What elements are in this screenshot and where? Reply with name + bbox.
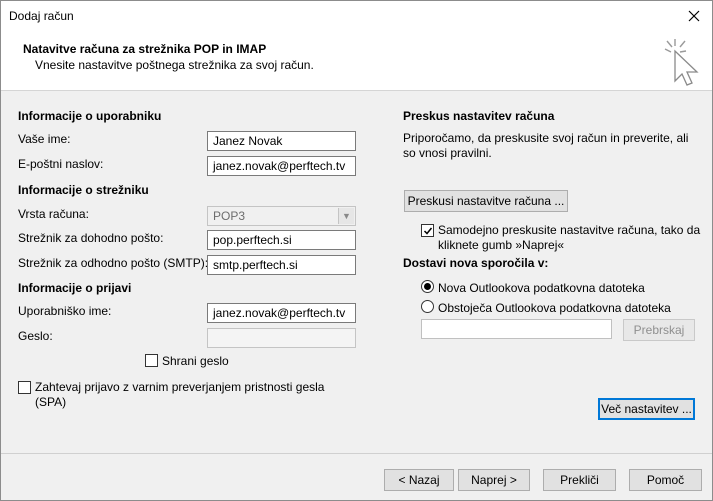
header-subtitle: Vnesite nastavitve poštnega strežnika za…	[35, 58, 314, 72]
header-title: Natavitve računa za strežnika POP in IMA…	[23, 42, 267, 56]
more-settings-button[interactable]: Več nastavitev ...	[598, 398, 695, 420]
add-account-dialog: Dodaj račun Natavitve računa za strežnik…	[0, 0, 713, 501]
username-field[interactable]: janez.novak@perftech.tv	[207, 303, 356, 323]
account-type-label: Vrsta računa:	[18, 207, 89, 221]
existing-data-file-radio[interactable]	[421, 300, 434, 313]
delivery-heading: Dostavi nova sporočila v:	[403, 256, 549, 270]
browse-button[interactable]: Prebrskaj	[623, 319, 695, 341]
spa-label: Zahtevaj prijavo z varnim preverjanjem p…	[35, 380, 325, 409]
name-label: Vaše ime:	[18, 132, 71, 146]
spa-checkbox[interactable]	[18, 381, 31, 394]
incoming-server-field[interactable]: pop.perftech.si	[207, 230, 356, 250]
outgoing-server-label: Strežnik za odhodno pošto (SMTP):	[18, 256, 209, 270]
footer-divider	[1, 453, 712, 454]
login-info-heading: Informacije o prijavi	[18, 281, 132, 295]
password-label: Geslo:	[18, 329, 53, 343]
auto-test-checkbox[interactable]	[421, 224, 434, 237]
cancel-button[interactable]: Prekliči	[543, 469, 616, 491]
existing-data-file-label: Obstoječa Outlookova podatkovna datoteka	[438, 301, 671, 315]
remember-password-checkbox[interactable]	[145, 354, 158, 367]
incoming-server-label: Strežnik za dohodno pošto:	[18, 231, 164, 245]
name-field[interactable]: Janez Novak	[207, 131, 356, 151]
remember-password-label: Shrani geslo	[162, 354, 229, 368]
title-bar: Dodaj račun	[1, 1, 712, 31]
data-file-path-field[interactable]	[421, 319, 612, 339]
account-type-value: POP3	[213, 209, 246, 223]
help-button[interactable]: Pomoč	[629, 469, 702, 491]
email-field[interactable]: janez.novak@perftech.tv	[207, 156, 356, 176]
test-settings-button[interactable]: Preskusi nastavitve računa ...	[404, 190, 568, 212]
user-info-heading: Informacije o uporabniku	[18, 109, 162, 123]
dialog-header: Natavitve računa za strežnika POP in IMA…	[1, 31, 712, 91]
email-label: E-poštni naslov:	[18, 157, 104, 171]
password-field[interactable]	[207, 328, 356, 348]
test-settings-heading: Preskus nastavitev računa	[403, 109, 555, 123]
close-button[interactable]	[682, 5, 706, 27]
outgoing-server-field[interactable]: smtp.perftech.si	[207, 255, 356, 275]
window-title: Dodaj račun	[9, 9, 74, 23]
test-settings-description: Priporočamo, da preskusite svoj račun in…	[403, 131, 689, 160]
username-label: Uporabniško ime:	[18, 304, 112, 318]
pointer-sparkle-icon	[664, 39, 699, 86]
close-icon	[688, 10, 700, 22]
auto-test-label: Samodejno preskusite nastavitve računa, …	[438, 223, 701, 252]
checkmark-icon	[423, 227, 432, 235]
next-button[interactable]: Naprej >	[458, 469, 530, 491]
account-type-select: POP3 ▼	[207, 206, 356, 226]
server-info-heading: Informacije o strežniku	[18, 183, 149, 197]
new-data-file-radio[interactable]	[421, 280, 434, 293]
back-button[interactable]: < Nazaj	[384, 469, 454, 491]
chevron-down-icon: ▼	[338, 208, 354, 224]
new-data-file-label: Nova Outlookova podatkovna datoteka	[438, 281, 645, 295]
